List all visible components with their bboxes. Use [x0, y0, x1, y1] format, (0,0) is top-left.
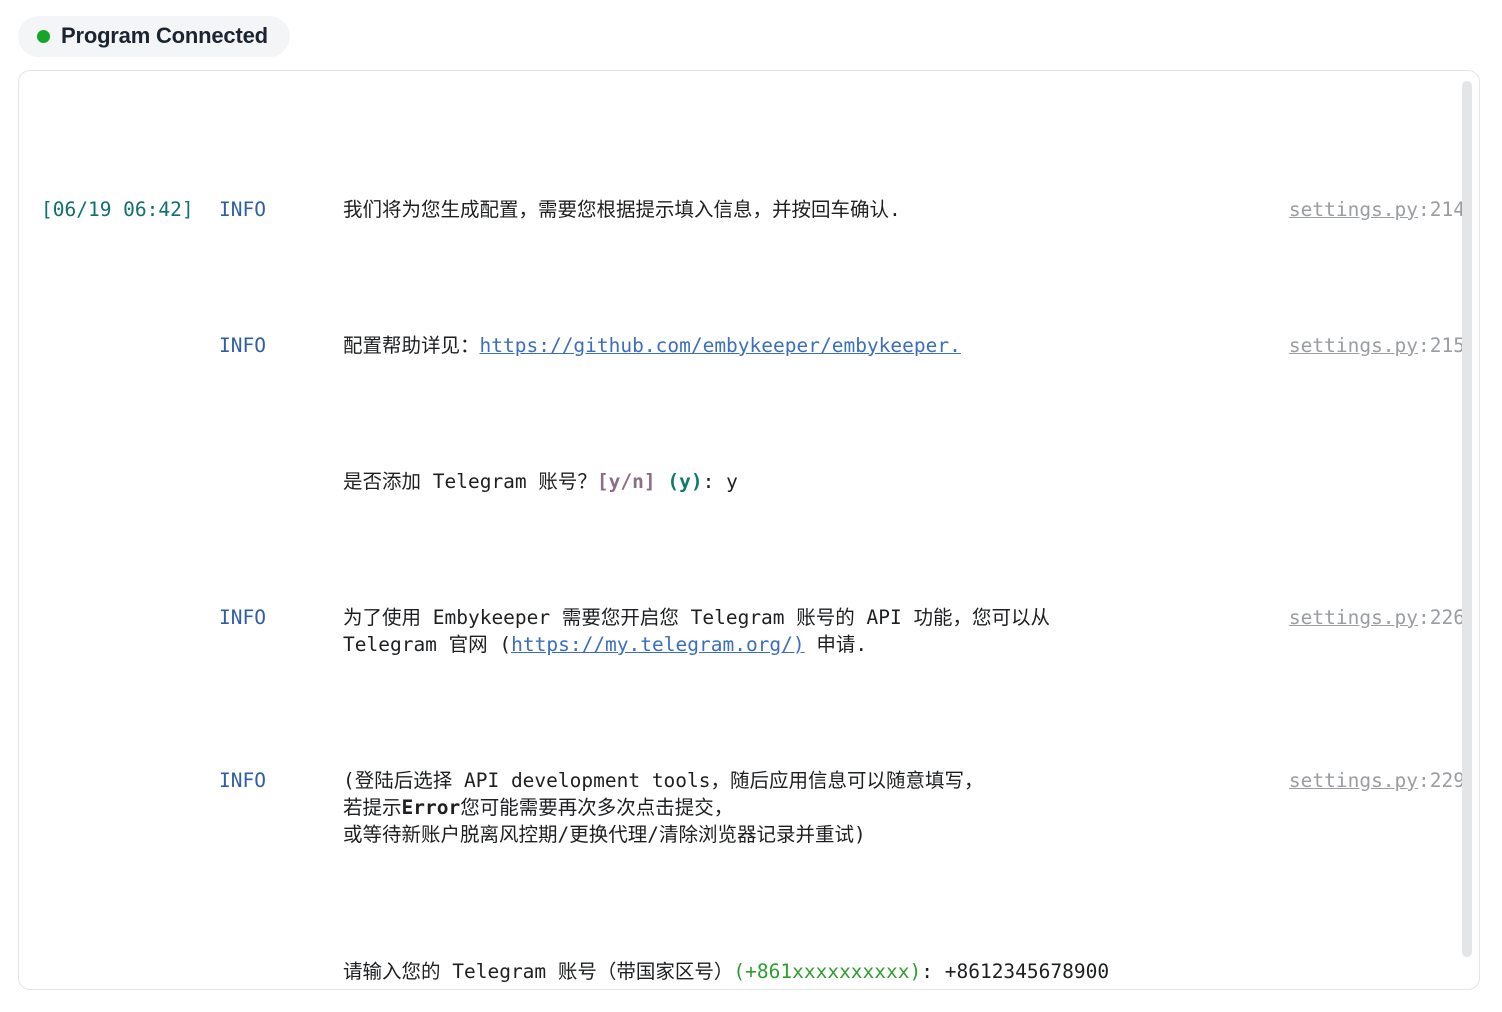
connection-status-label: Program Connected — [61, 23, 268, 48]
prompt-line: 请输入您的 Telegram 账号（带国家区号）(+861xxxxxxxxxx)… — [343, 959, 1110, 983]
log-message-line2-c: 您可能需要再次多次点击提交， — [460, 796, 734, 820]
log-source-file: settings.py — [1288, 197, 1419, 221]
prompt-line: 是否添加 Telegram 账号？[y/n] (y): y — [343, 469, 738, 493]
prompt-text: 请输入您的 Telegram 账号（带国家区号） — [343, 959, 734, 983]
console-panel: [06/19 06:42] INFO 我们将为您生成配置，需要您根据提示填入信息… — [18, 70, 1480, 990]
prompt-format-hint: (+861xxxxxxxxxx) — [733, 959, 922, 983]
log-message-line1: 为了使用 Embykeeper 需要您开启您 Telegram 账号的 API … — [343, 605, 1050, 629]
log-row: 请输入您的 Telegram 账号（带国家区号）(+861xxxxxxxxxx)… — [19, 958, 1479, 985]
log-level: INFO — [219, 333, 266, 357]
log-timestamp: [06/19 06:42] — [41, 197, 194, 221]
log-message: 我们将为您生成配置，需要您根据提示填入信息，并按回车确认. — [343, 197, 901, 221]
log-source-line: :229 — [1418, 769, 1465, 793]
console-scrollbar[interactable] — [1462, 81, 1472, 979]
log-message-prefix: 配置帮助详见： — [343, 333, 480, 357]
log-row: INFO 配置帮助详见：https://github.com/embykeepe… — [19, 332, 1479, 359]
log-message-line2-a: 若提示 — [343, 796, 402, 820]
status-bar: Program Connected — [0, 0, 1502, 57]
log-body: [06/19 06:42] INFO 我们将为您生成配置，需要您根据提示填入信息… — [19, 87, 1479, 989]
log-source-line: :215 — [1418, 333, 1465, 357]
prompt-default: (y) — [667, 469, 703, 493]
log-row: INFO 为了使用 Embykeeper 需要您开启您 Telegram 账号的… — [19, 604, 1479, 658]
error-keyword: Error — [401, 796, 461, 820]
log-level: INFO — [219, 769, 266, 793]
prompt-answer: +8612345678900 — [944, 959, 1110, 983]
log-source-ref[interactable]: settings.py:215 — [1257, 332, 1479, 359]
log-source-file: settings.py — [1288, 333, 1419, 357]
log-level: INFO — [219, 605, 266, 629]
prompt-answer: y — [726, 469, 738, 493]
log-source-line: :214 — [1418, 197, 1465, 221]
log-message-line1: (登陆后选择 API development tools，随后应用信息可以随意填… — [343, 769, 984, 793]
github-link[interactable]: https://github.com/embykeeper/embykeeper… — [480, 334, 961, 357]
log-message: 为了使用 Embykeeper 需要您开启您 Telegram 账号的 API … — [343, 604, 1257, 658]
log-row: 是否添加 Telegram 账号？[y/n] (y): y — [19, 468, 1479, 495]
log-message-line2-suffix: 申请. — [804, 633, 868, 657]
log-message: (登陆后选择 API development tools，随后应用信息可以随意填… — [343, 767, 1257, 849]
prompt-choices: [y/n] — [596, 469, 656, 493]
console-log-area[interactable]: [06/19 06:42] INFO 我们将为您生成配置，需要您根据提示填入信息… — [19, 71, 1479, 989]
prompt-text: 是否添加 Telegram 账号？ — [343, 469, 597, 493]
log-source-file: settings.py — [1288, 605, 1419, 629]
connected-status-dot — [37, 29, 50, 43]
log-message: 配置帮助详见：https://github.com/embykeeper/emb… — [343, 332, 1257, 359]
log-source-file: settings.py — [1288, 769, 1419, 793]
connection-status-pill: Program Connected — [18, 16, 290, 57]
log-message-line2-prefix: Telegram 官网 ( — [343, 633, 512, 657]
log-source-ref[interactable]: settings.py:226 — [1257, 604, 1479, 631]
log-message-line3: 或等待新账户脱离风控期/更换代理/清除浏览器记录并重试) — [343, 823, 866, 847]
log-source-ref[interactable]: settings.py:229 — [1257, 767, 1479, 794]
log-level: INFO — [219, 197, 266, 221]
log-row: [06/19 06:42] INFO 我们将为您生成配置，需要您根据提示填入信息… — [19, 196, 1479, 223]
log-source-line: :226 — [1418, 605, 1465, 629]
telegram-api-link[interactable]: https://my.telegram.org/) — [511, 633, 805, 656]
log-row: INFO (登陆后选择 API development tools，随后应用信息… — [19, 767, 1479, 849]
console-scrollbar-thumb[interactable] — [1462, 81, 1472, 957]
log-source-ref[interactable]: settings.py:214 — [1257, 196, 1479, 223]
